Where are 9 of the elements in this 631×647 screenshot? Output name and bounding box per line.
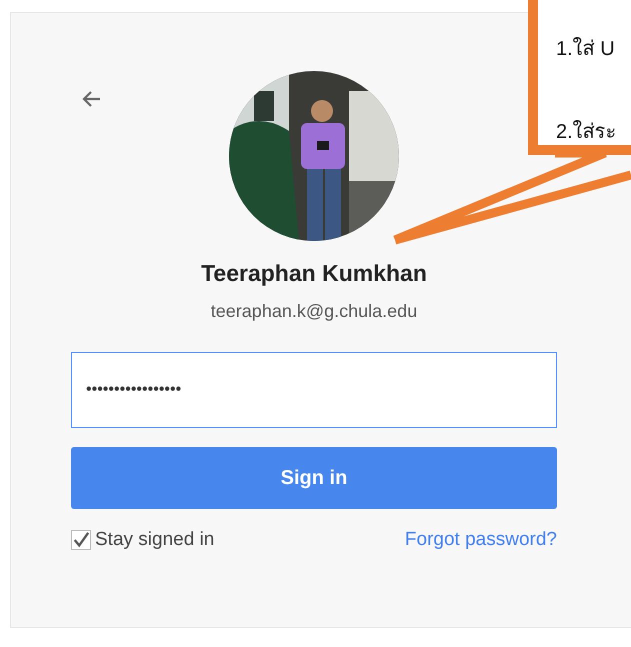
account-name: Teeraphan Kumkhan [201,260,427,287]
forgot-password-link[interactable]: Forgot password? [404,529,557,551]
password-field[interactable]: ••••••••••••••••• [71,352,557,428]
callout-text: 1.ใส่ U [556,36,616,62]
callout-text: 2.ใส่ระ [556,119,618,145]
checkbox-label: Stay signed in [95,529,214,551]
account-email: teeraphan.k@g.chula.edu [210,301,418,322]
sign-in-button[interactable]: Sign in [71,447,557,509]
checkbox[interactable] [71,530,91,550]
